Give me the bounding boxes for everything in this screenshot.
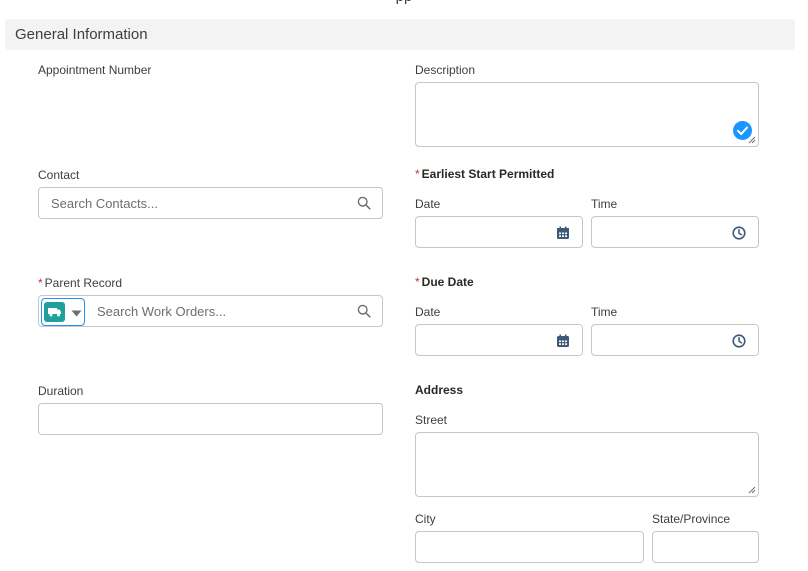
earliest-start-date-input[interactable] [415, 216, 583, 248]
city-label: City [415, 512, 436, 526]
parent-record-label: * Parent Record [38, 276, 122, 290]
due-date-date-label: Date [415, 305, 441, 319]
calendar-icon[interactable] [556, 226, 570, 240]
description-textarea[interactable] [415, 82, 759, 147]
street-label: Street [415, 413, 448, 427]
resize-handle[interactable] [748, 136, 756, 144]
appointment-number-label: Appointment Number [38, 63, 152, 77]
duration-input[interactable] [38, 403, 383, 435]
section-title: General Information [15, 26, 148, 43]
contact-placeholder: Search Contacts... [51, 196, 158, 211]
resize-handle[interactable] [748, 486, 756, 494]
chevron-down-icon [71, 310, 82, 317]
due-date-label-text: Due Date [421, 275, 474, 289]
required-mark: * [38, 276, 43, 290]
parent-record-label-text: Parent Record [44, 276, 123, 290]
duration-label: Duration [38, 384, 84, 398]
address-label: Address [415, 383, 464, 397]
due-date-date-input[interactable] [415, 324, 583, 356]
section-header[interactable]: General Information [5, 19, 795, 50]
due-date-time-input[interactable] [591, 324, 759, 356]
due-date-time-label: Time [591, 305, 618, 319]
state-province-input[interactable] [652, 531, 759, 563]
due-date-label: * Due Date [415, 275, 474, 289]
earliest-start-time-label: Time [591, 197, 618, 211]
clock-icon[interactable] [732, 226, 746, 240]
search-icon [357, 196, 371, 210]
object-switcher-button[interactable] [41, 298, 85, 326]
search-icon [357, 304, 371, 318]
parent-record-lookup[interactable]: Search Work Orders... [38, 295, 383, 327]
city-input[interactable] [415, 531, 644, 563]
contact-label: Contact [38, 168, 80, 182]
calendar-icon[interactable] [556, 334, 570, 348]
street-textarea[interactable] [415, 432, 759, 497]
earliest-start-time-input[interactable] [591, 216, 759, 248]
description-label: Description [415, 63, 476, 77]
required-mark: * [415, 275, 420, 289]
earliest-start-label: * Earliest Start Permitted [415, 167, 554, 181]
page-title-clipped: pp [0, 0, 808, 5]
earliest-start-label-text: Earliest Start Permitted [421, 167, 555, 181]
clock-icon[interactable] [732, 334, 746, 348]
earliest-start-date-label: Date [415, 197, 441, 211]
truck-icon [44, 302, 65, 322]
contact-search-input[interactable]: Search Contacts... [38, 187, 383, 219]
required-mark: * [415, 167, 420, 181]
state-province-label: State/Province [652, 512, 731, 526]
parent-record-placeholder: Search Work Orders... [97, 304, 227, 319]
